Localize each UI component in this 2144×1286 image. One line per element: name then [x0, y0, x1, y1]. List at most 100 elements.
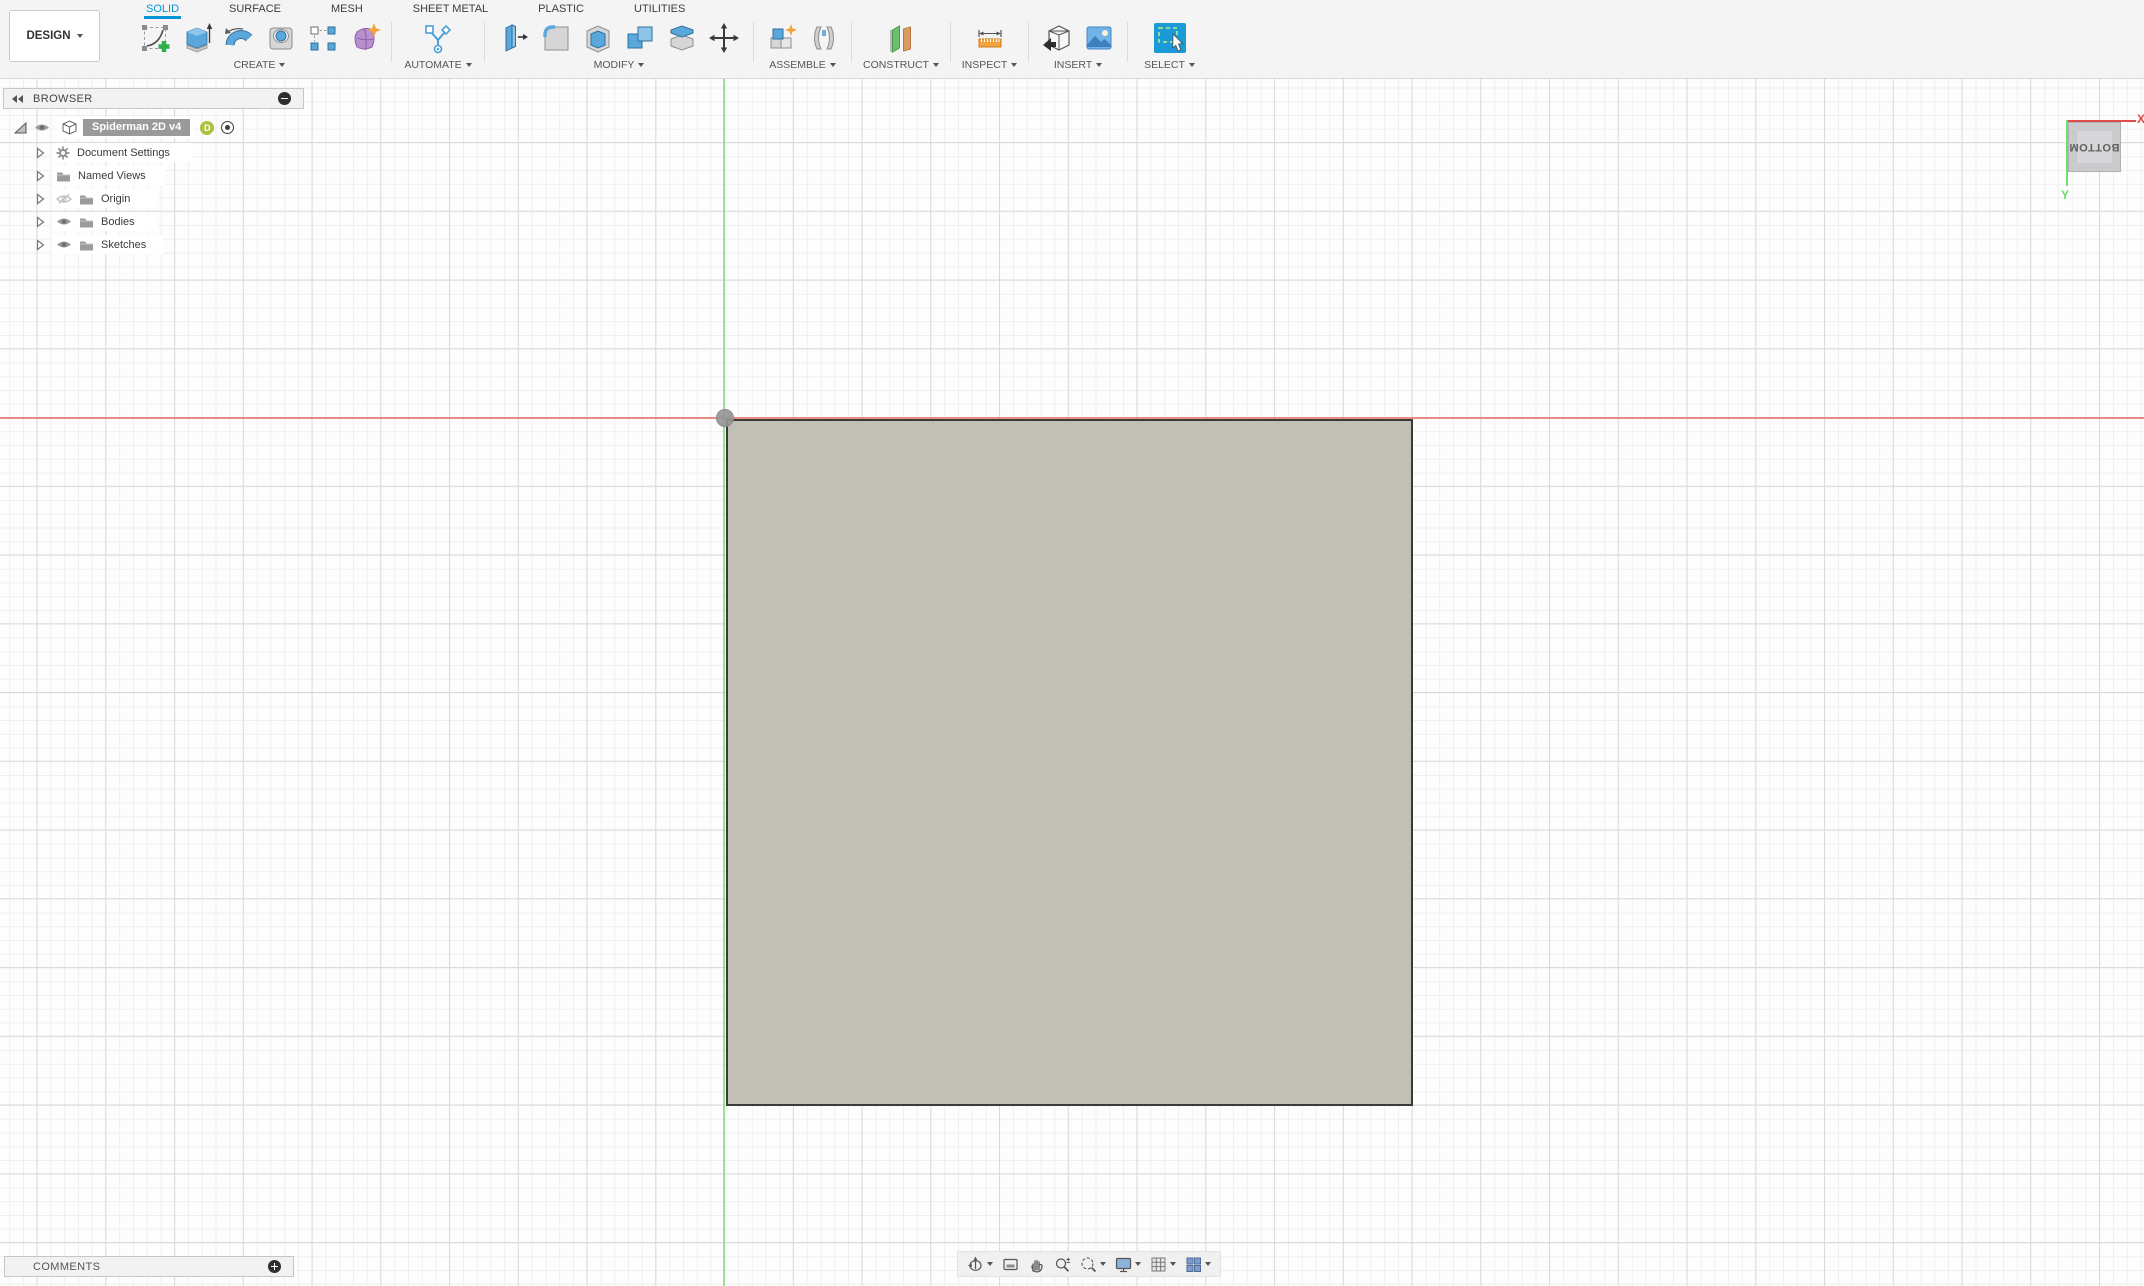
- automate-group-label[interactable]: AUTOMATE: [404, 59, 472, 71]
- pan-button[interactable]: [1028, 1256, 1045, 1273]
- construction-plane-icon[interactable]: [884, 21, 918, 55]
- chevron-down-icon: [76, 34, 83, 38]
- canvas-icon[interactable]: [1082, 21, 1116, 55]
- sketch-body-square[interactable]: [726, 419, 1413, 1106]
- chevron-down-icon: [638, 63, 645, 67]
- viewcube[interactable]: BOTTOM X Y: [2056, 109, 2144, 239]
- component-focus-icon[interactable]: [221, 121, 235, 134]
- chevron-down-icon: [1205, 1262, 1211, 1266]
- folder-icon: [57, 172, 70, 181]
- browser-item-sketches[interactable]: Sketches: [36, 235, 163, 254]
- measure-icon[interactable]: [973, 21, 1007, 55]
- joint-icon[interactable]: [807, 21, 841, 55]
- top-toolbar: DESIGN SOLID SURFACE MESH SHEET METAL PL…: [0, 0, 2144, 79]
- pan-hand-icon: [1031, 1259, 1043, 1273]
- ribbon-group-select: SELECT: [1128, 0, 1211, 78]
- chevron-down-icon: [1096, 63, 1103, 67]
- ribbon-group-construct: CONSTRUCT: [852, 0, 950, 78]
- add-comment-icon[interactable]: [268, 1260, 281, 1273]
- assemble-group-label[interactable]: ASSEMBLE: [769, 59, 836, 71]
- chevron-down-icon: [1170, 1262, 1176, 1266]
- design-menu-label: DESIGN: [26, 30, 71, 42]
- hole-icon[interactable]: [264, 21, 298, 55]
- look-at-button[interactable]: [1002, 1256, 1019, 1273]
- look-at-icon: [1003, 1258, 1018, 1270]
- expand-arrow-icon[interactable]: [36, 238, 45, 251]
- hub-badge[interactable]: D: [200, 120, 216, 136]
- combine-icon[interactable]: [623, 21, 657, 55]
- remove-icon[interactable]: [278, 92, 291, 105]
- y-axis-line: [723, 79, 725, 1286]
- fillet-icon[interactable]: [539, 21, 573, 55]
- select-group-label[interactable]: SELECT: [1144, 59, 1195, 71]
- document-cube-icon: [62, 120, 77, 135]
- grid-and-snaps-button[interactable]: [1150, 1256, 1176, 1273]
- browser-item-origin[interactable]: Origin: [36, 189, 158, 208]
- orbit-button[interactable]: [967, 1256, 993, 1273]
- comments-bar[interactable]: COMMENTS: [4, 1256, 294, 1277]
- origin-point[interactable]: [716, 409, 734, 427]
- press-pull-icon[interactable]: [497, 21, 531, 55]
- ribbon-group-create: CREATE: [128, 0, 391, 78]
- insert-group-label[interactable]: INSERT: [1054, 59, 1103, 71]
- new-component-icon[interactable]: [765, 21, 799, 55]
- browser-header: BROWSER: [3, 88, 304, 109]
- chevron-down-icon: [829, 63, 836, 67]
- browser-item-label: Document Settings: [77, 146, 170, 159]
- rectangular-pattern-icon[interactable]: [306, 21, 340, 55]
- insert-derive-icon[interactable]: [1040, 21, 1074, 55]
- browser-item-named-views[interactable]: Named Views: [36, 166, 165, 185]
- chevron-down-icon: [1011, 63, 1018, 67]
- move-copy-icon[interactable]: [707, 21, 741, 55]
- document-name[interactable]: Spiderman 2D v4: [83, 119, 191, 136]
- fit-icon: [1081, 1256, 1097, 1272]
- create-group-label[interactable]: CREATE: [234, 59, 286, 71]
- visibility-eye-icon[interactable]: [34, 122, 50, 133]
- folder-icon: [80, 195, 93, 204]
- create-form-icon[interactable]: [348, 21, 382, 55]
- folder-icon: [80, 241, 93, 250]
- viewports-button[interactable]: [1185, 1256, 1211, 1273]
- zoom-button[interactable]: [1054, 1256, 1071, 1273]
- chevron-down-icon: [279, 63, 286, 67]
- display-settings-button[interactable]: [1115, 1256, 1141, 1273]
- browser-item-document-settings[interactable]: Document Settings: [36, 143, 192, 162]
- ribbon: CREATE AUTOMATE MODIFY ASSEMBLE CONSTRUC…: [128, 0, 1211, 78]
- design-menu-button[interactable]: DESIGN: [9, 10, 100, 62]
- browser-item-label: Sketches: [101, 238, 147, 251]
- select-icon[interactable]: [1152, 21, 1188, 55]
- gear-icon: [56, 146, 70, 159]
- grid-icon: [1151, 1257, 1166, 1271]
- ribbon-group-inspect: INSPECT: [951, 0, 1028, 78]
- visibility-eye-icon[interactable]: [56, 216, 72, 227]
- expand-arrow-icon[interactable]: [36, 169, 45, 182]
- inspect-group-label[interactable]: INSPECT: [962, 59, 1018, 71]
- chevron-down-icon: [932, 63, 939, 67]
- folder-icon: [80, 218, 93, 227]
- modify-group-label[interactable]: MODIFY: [594, 59, 645, 71]
- automate-icon[interactable]: [421, 21, 455, 55]
- chevron-down-icon: [1188, 63, 1195, 67]
- expand-arrow-icon[interactable]: [36, 146, 45, 159]
- modeling-canvas[interactable]: BOTTOM X Y BROWSER Spiderman 2D v4 D Doc…: [0, 79, 2144, 1286]
- visibility-off-eye-icon[interactable]: [56, 193, 72, 205]
- create-sketch-icon[interactable]: [138, 21, 172, 55]
- viewcube-face-bottom[interactable]: BOTTOM: [2068, 122, 2121, 172]
- collapse-panel-icon[interactable]: [12, 94, 23, 103]
- construct-group-label[interactable]: CONSTRUCT: [863, 59, 939, 71]
- extrude-icon[interactable]: [180, 21, 214, 55]
- ribbon-group-modify: MODIFY: [485, 0, 753, 78]
- visibility-eye-icon[interactable]: [56, 239, 72, 250]
- display-settings-icon: [1115, 1257, 1132, 1272]
- browser-item-label: Bodies: [101, 215, 135, 228]
- expand-arrow-icon[interactable]: [36, 192, 45, 205]
- viewcube-y-label: Y: [2061, 188, 2070, 202]
- shell-icon[interactable]: [581, 21, 615, 55]
- split-body-icon[interactable]: [665, 21, 699, 55]
- fit-button[interactable]: [1080, 1256, 1106, 1273]
- revolve-icon[interactable]: [222, 21, 256, 55]
- browser-item-bodies[interactable]: Bodies: [36, 212, 158, 231]
- comments-label: COMMENTS: [33, 1260, 101, 1273]
- browser-root-row[interactable]: Spiderman 2D v4 D: [14, 117, 235, 138]
- expand-arrow-icon[interactable]: [36, 215, 45, 228]
